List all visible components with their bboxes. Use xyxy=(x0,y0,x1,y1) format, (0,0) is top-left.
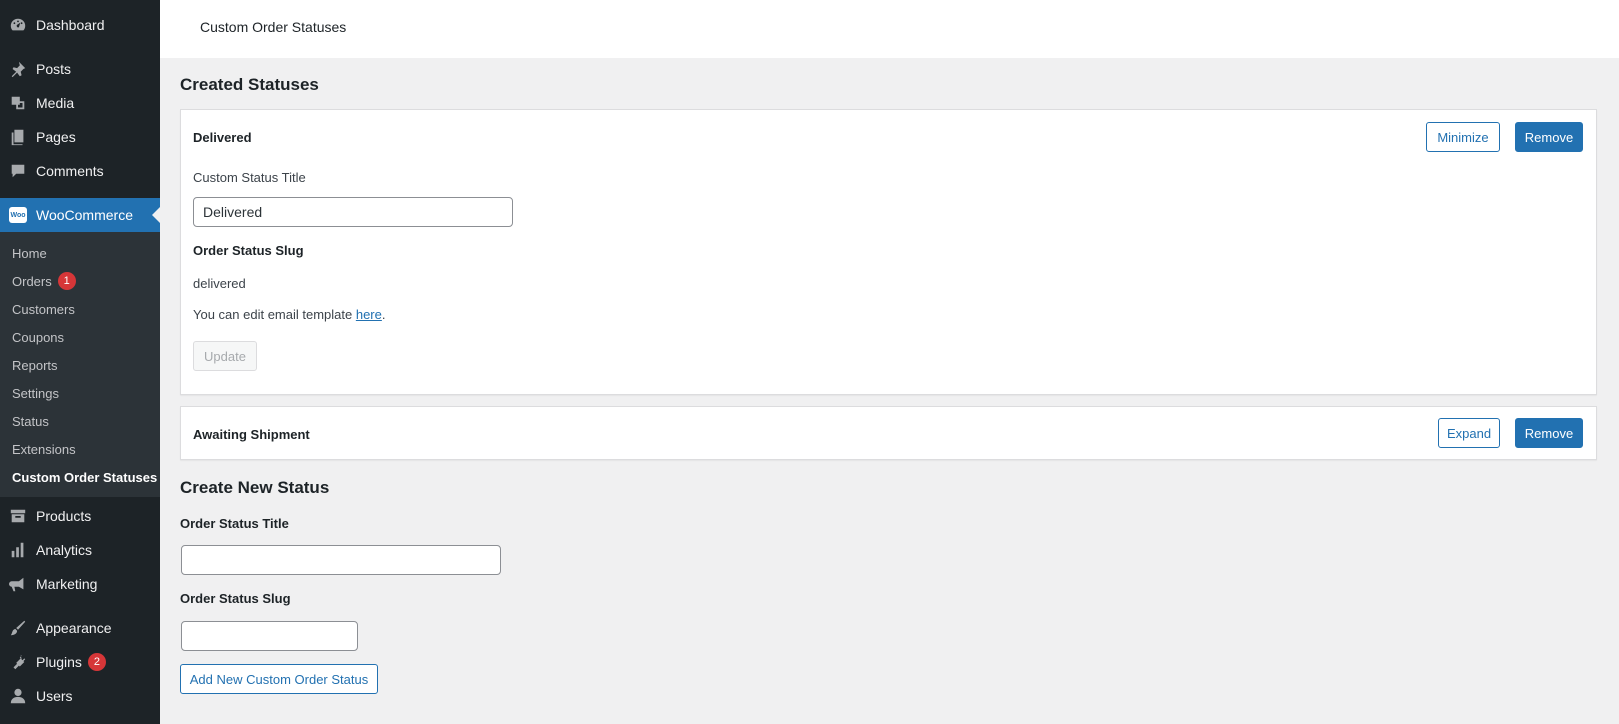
status-card-title: Delivered xyxy=(193,130,252,145)
submenu-extensions[interactable]: Extensions xyxy=(0,435,160,463)
menu-posts[interactable]: Posts xyxy=(0,52,160,86)
menu-products[interactable]: Products xyxy=(0,499,160,533)
plug-icon xyxy=(9,653,27,671)
menu-media[interactable]: Media xyxy=(0,86,160,120)
page-header: Custom Order Statuses xyxy=(160,0,1619,58)
email-template-note: You can edit email template here. xyxy=(193,307,386,322)
update-button[interactable]: Update xyxy=(193,341,257,371)
menu-woocommerce[interactable]: Woo WooCommerce xyxy=(0,198,160,232)
orders-count-badge: 1 xyxy=(57,272,76,290)
menu-products-label: Products xyxy=(36,508,92,524)
submenu-home[interactable]: Home xyxy=(0,239,160,267)
page-title: Custom Order Statuses xyxy=(200,19,347,35)
megaphone-icon xyxy=(9,575,27,593)
new-status-title-label: Order Status Title xyxy=(180,516,289,531)
remove-button[interactable]: Remove xyxy=(1515,418,1583,448)
submenu-status[interactable]: Status xyxy=(0,407,160,435)
menu-marketing-label: Marketing xyxy=(36,576,98,592)
brush-icon xyxy=(9,619,27,637)
minimize-button[interactable]: Minimize xyxy=(1426,122,1500,152)
new-status-slug-input[interactable] xyxy=(181,621,358,651)
submenu-customers-label: Customers xyxy=(12,301,75,317)
menu-users-label: Users xyxy=(36,688,73,704)
order-status-slug-label: Order Status Slug xyxy=(193,243,304,258)
user-icon xyxy=(9,687,27,705)
submenu-extensions-label: Extensions xyxy=(12,441,76,457)
status-card-title: Awaiting Shipment xyxy=(193,427,310,442)
admin-sidebar: Dashboard Posts Media Pages Comments Woo… xyxy=(0,0,160,724)
created-statuses-heading: Created Statuses xyxy=(180,75,319,94)
submenu-coupons-label: Coupons xyxy=(12,329,65,345)
submenu-settings[interactable]: Settings xyxy=(0,379,160,407)
submenu-settings-label: Settings xyxy=(12,385,59,401)
menu-comments[interactable]: Comments xyxy=(0,154,160,188)
menu-media-label: Media xyxy=(36,95,75,111)
media-icon xyxy=(9,94,27,112)
submenu-reports-label: Reports xyxy=(12,357,58,373)
woocommerce-icon: Woo xyxy=(9,206,27,224)
remove-button[interactable]: Remove xyxy=(1515,122,1583,152)
menu-comments-label: Comments xyxy=(36,163,104,179)
menu-plugins-label: Plugins xyxy=(36,654,82,670)
submenu-custom-order-statuses[interactable]: Custom Order Statuses xyxy=(0,463,160,491)
submenu-home-label: Home xyxy=(12,245,47,261)
email-template-text: You can edit email template xyxy=(193,307,356,322)
submenu-coupons[interactable]: Coupons xyxy=(0,323,160,351)
pages-icon xyxy=(9,128,27,146)
create-new-status-heading: Create New Status xyxy=(180,478,330,497)
bar-chart-icon xyxy=(9,541,27,559)
submenu-customers[interactable]: Customers xyxy=(0,295,160,323)
submenu-reports[interactable]: Reports xyxy=(0,351,160,379)
expand-button[interactable]: Expand xyxy=(1438,418,1500,448)
menu-appearance[interactable]: Appearance xyxy=(0,611,160,645)
comment-icon xyxy=(9,162,27,180)
menu-analytics-label: Analytics xyxy=(36,542,93,558)
menu-pages[interactable]: Pages xyxy=(0,120,160,154)
status-card-delivered: Delivered Minimize Remove Custom Status … xyxy=(180,109,1597,395)
menu-plugins[interactable]: Plugins 2 xyxy=(0,645,160,679)
pin-icon xyxy=(9,60,27,78)
menu-analytics[interactable]: Analytics xyxy=(0,533,160,567)
woocommerce-submenu: Home Orders 1 Customers Coupons Reports S… xyxy=(0,232,160,497)
menu-dashboard[interactable]: Dashboard xyxy=(0,8,160,42)
status-card-awaiting-shipment: Awaiting Shipment Expand Remove xyxy=(180,406,1597,460)
menu-pages-label: Pages xyxy=(36,129,76,145)
custom-status-title-input[interactable]: Delivered xyxy=(193,197,513,227)
submenu-orders[interactable]: Orders 1 xyxy=(0,267,160,295)
menu-marketing[interactable]: Marketing xyxy=(0,567,160,601)
add-new-custom-order-status-button[interactable]: Add New Custom Order Status xyxy=(180,664,378,694)
submenu-status-label: Status xyxy=(12,413,49,429)
menu-dashboard-label: Dashboard xyxy=(36,17,105,33)
new-status-slug-label: Order Status Slug xyxy=(180,591,291,606)
menu-users[interactable]: Users xyxy=(0,679,160,713)
new-status-title-input[interactable] xyxy=(181,545,501,575)
email-template-suffix: . xyxy=(381,307,386,322)
email-template-link[interactable]: here xyxy=(356,307,382,322)
dashboard-icon xyxy=(9,16,27,34)
plugins-count-badge: 2 xyxy=(87,653,106,671)
custom-status-title-label: Custom Status Title xyxy=(193,170,306,185)
menu-posts-label: Posts xyxy=(36,61,72,77)
archive-icon xyxy=(9,507,27,525)
submenu-custom-order-statuses-label: Custom Order Statuses xyxy=(12,469,158,485)
menu-woocommerce-label: WooCommerce xyxy=(36,207,133,223)
order-status-slug-value: delivered xyxy=(193,276,246,291)
menu-appearance-label: Appearance xyxy=(36,620,112,636)
submenu-orders-label: Orders xyxy=(12,273,52,289)
